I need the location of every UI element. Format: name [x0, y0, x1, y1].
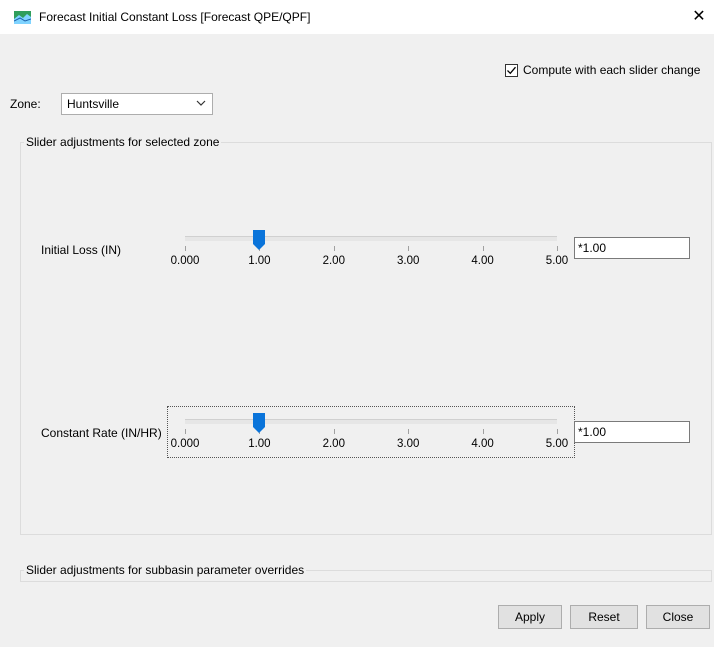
check-icon [507, 66, 516, 74]
slider-tick [333, 246, 335, 251]
title-bar: Forecast Initial Constant Loss [Forecast… [0, 0, 714, 34]
zone-select[interactable]: Huntsville [61, 93, 213, 115]
checkbox-box[interactable] [505, 63, 518, 77]
constant-rate-field[interactable] [574, 421, 690, 443]
slider-tick-label: 2.00 [322, 255, 345, 267]
initial-loss-slider[interactable]: 0.000 1.00 2.00 3.00 4.00 5.00 [171, 230, 568, 268]
selected-zone-group [20, 142, 712, 535]
selected-zone-group-title: Slider adjustments for selected zone [24, 135, 222, 149]
slider-tick [408, 246, 410, 251]
compute-each-change-checkbox[interactable]: Compute with each slider change [505, 63, 700, 77]
slider-thumb[interactable] [253, 413, 266, 433]
initial-loss-label: Initial Loss (IN) [41, 243, 122, 257]
compute-each-change-label: Compute with each slider change [523, 63, 701, 77]
constant-rate-slider[interactable]: 0.000 1.00 2.00 3.00 4.00 5.00 [171, 413, 568, 451]
window-title: Forecast Initial Constant Loss [Forecast… [39, 10, 311, 24]
slider-tick-label: 4.00 [471, 438, 494, 450]
apply-button[interactable]: Apply [498, 605, 562, 629]
dialog-window: Forecast Initial Constant Loss [Forecast… [0, 0, 714, 647]
slider-tick-label: 0.000 [170, 438, 200, 450]
slider-tick [482, 246, 484, 251]
slider-track [185, 236, 557, 241]
slider-track [185, 419, 557, 424]
slider-tick-label: 4.00 [471, 255, 494, 267]
slider-tick [408, 429, 410, 434]
constant-rate-label: Constant Rate (IN/HR) [41, 426, 162, 440]
app-icon [14, 11, 31, 24]
reset-button[interactable]: Reset [570, 605, 638, 629]
slider-tick [185, 429, 186, 434]
initial-loss-field[interactable] [574, 237, 690, 259]
subbasin-overrides-group-title: Slider adjustments for subbasin paramete… [24, 563, 307, 577]
slider-thumb[interactable] [253, 230, 266, 250]
slider-tick-label: 1.00 [248, 438, 271, 450]
slider-tick-label: 1.00 [248, 255, 271, 267]
close-icon[interactable]: ✕ [686, 4, 712, 30]
slider-tick-label: 3.00 [396, 438, 420, 450]
slider-tick [557, 246, 558, 251]
zone-selected-value: Huntsville [67, 97, 120, 111]
slider-tick [482, 429, 484, 434]
close-button[interactable]: Close [646, 605, 710, 629]
slider-tick-label: 5.00 [545, 255, 569, 267]
slider-tick-label: 0.000 [170, 255, 200, 267]
slider-tick [333, 429, 335, 434]
slider-tick-label: 3.00 [396, 255, 420, 267]
slider-tick [557, 429, 558, 434]
slider-tick-label: 5.00 [545, 438, 569, 450]
slider-tick [185, 246, 186, 251]
zone-label: Zone: [10, 97, 41, 111]
chevron-down-icon [196, 100, 206, 106]
slider-tick-label: 2.00 [322, 438, 345, 450]
